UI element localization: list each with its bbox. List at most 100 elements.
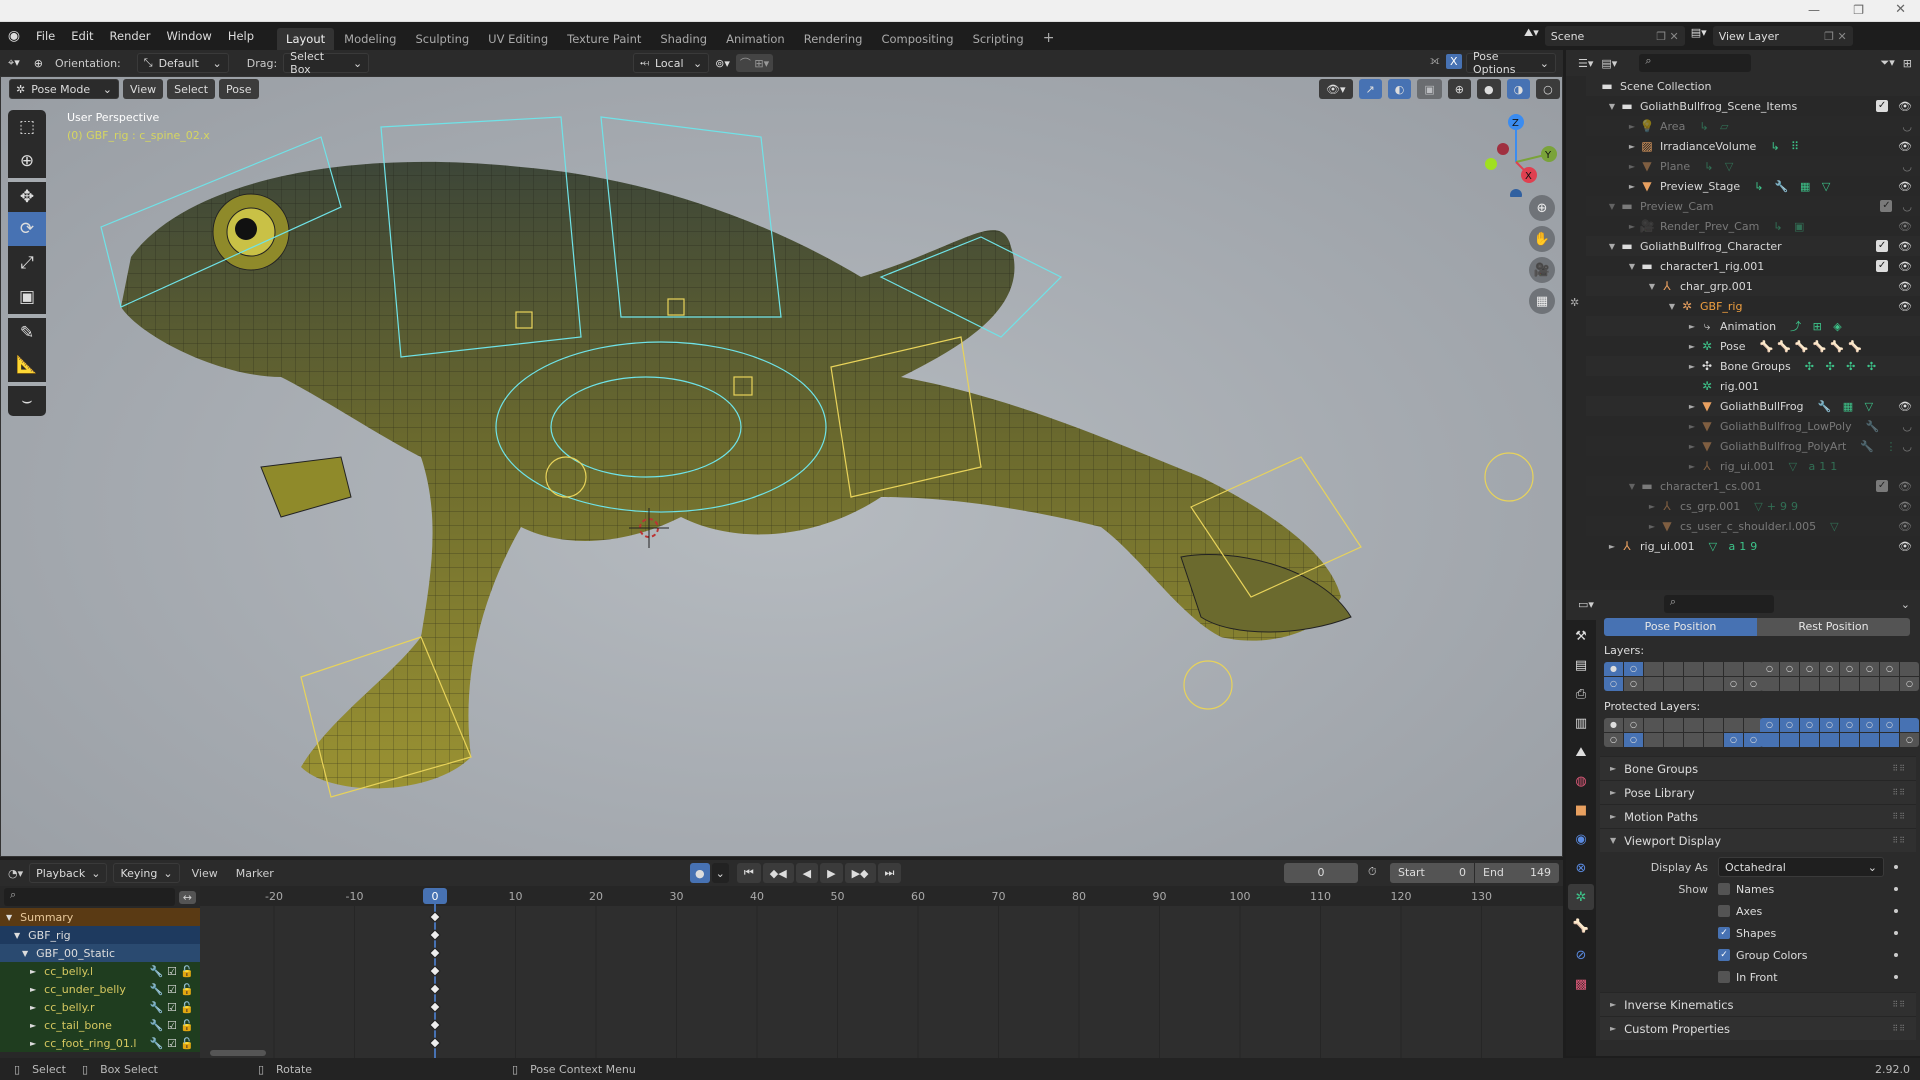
- channel-search-input[interactable]: ⌕: [4, 888, 175, 906]
- layer-toggle[interactable]: ○: [1880, 718, 1899, 732]
- eye-icon[interactable]: 👁: [1898, 240, 1912, 253]
- world-tab-icon[interactable]: ◍: [1568, 768, 1594, 794]
- layer-toggle[interactable]: [1880, 733, 1899, 747]
- expand-icon[interactable]: ►: [30, 1021, 36, 1030]
- proportional-edit-icon[interactable]: ⊚▾: [715, 57, 730, 70]
- keying-options-icon[interactable]: ⌄: [711, 863, 729, 883]
- bone-envelope-tool-icon[interactable]: ⌣: [8, 382, 46, 416]
- layer-toggle[interactable]: ○: [1800, 662, 1819, 676]
- camera-view-icon[interactable]: 🎥: [1529, 257, 1555, 283]
- measure-tool-icon[interactable]: 📐: [8, 348, 46, 382]
- drag-dropdown[interactable]: Select Box ⌄: [283, 50, 370, 76]
- drag-handle-icon[interactable]: ⠿⠿: [1892, 788, 1906, 797]
- outliner-row[interactable]: ► ⤷ Animation ⤴ ⊞ ◈: [1586, 316, 1920, 336]
- eye-icon[interactable]: 👁: [1898, 500, 1912, 513]
- menu-file[interactable]: File: [28, 29, 63, 43]
- data-icons[interactable]: 🦴🦴🦴🦴🦴🦴: [1759, 340, 1865, 353]
- layer-toggle[interactable]: ○: [1780, 718, 1799, 732]
- layer-toggle[interactable]: ○: [1840, 718, 1859, 732]
- layer-toggle[interactable]: [1724, 718, 1743, 732]
- rotate-tool-icon[interactable]: ⟳: [8, 212, 46, 246]
- outliner-row[interactable]: ► 💡 Area ↳ ▱ ◡: [1586, 116, 1920, 136]
- expand-icon[interactable]: ►: [30, 967, 36, 976]
- collapse-icon[interactable]: ▼: [1626, 482, 1638, 491]
- overlays-toggle-icon[interactable]: ◐: [1387, 79, 1412, 99]
- layer-toggle[interactable]: [1704, 677, 1723, 691]
- collapse-icon[interactable]: ▼: [1606, 102, 1618, 111]
- filter-icon[interactable]: ⏷▾: [1880, 56, 1894, 70]
- outliner-row[interactable]: ▼ ✲ GBF_rig 👁: [1586, 296, 1920, 316]
- shading-rendered-icon[interactable]: ○: [1536, 79, 1560, 99]
- data-icons[interactable]: ▽+99: [1754, 500, 1802, 513]
- layer-toggle[interactable]: [1704, 718, 1723, 732]
- transform-pivot-icon[interactable]: ⊕: [34, 57, 43, 70]
- exclude-checkbox[interactable]: ✓: [1876, 240, 1889, 252]
- exclude-checkbox[interactable]: ✓: [1876, 260, 1889, 272]
- channel-toggles-icon[interactable]: 🔧 ☑ 🔓: [150, 1019, 194, 1032]
- layer-toggle[interactable]: ○: [1624, 733, 1643, 747]
- view-layer-field[interactable]: View Layer ❐ ✕: [1712, 26, 1853, 46]
- gizmo-toggle-icon[interactable]: ↗: [1358, 79, 1382, 99]
- tab-animation[interactable]: Animation: [717, 28, 794, 50]
- tab-rendering[interactable]: Rendering: [795, 28, 872, 50]
- navigation-gizmo[interactable]: Z Y X: [1471, 107, 1561, 197]
- layer-toggle[interactable]: ○: [1624, 677, 1643, 691]
- eye-icon[interactable]: 👁: [1898, 400, 1912, 413]
- menu-edit[interactable]: Edit: [63, 29, 101, 43]
- data-icons[interactable]: ↳ ▱: [1699, 120, 1732, 133]
- tab-compositing[interactable]: Compositing: [872, 28, 962, 50]
- layer-toggle[interactable]: ○: [1760, 662, 1779, 676]
- layer-toggle[interactable]: [1684, 733, 1703, 747]
- layer-toggle[interactable]: ○: [1820, 662, 1839, 676]
- tab-modeling[interactable]: Modeling: [335, 28, 405, 50]
- data-icons[interactable]: ▽: [1830, 520, 1842, 533]
- expand-icon[interactable]: ►: [1626, 122, 1638, 131]
- data-icons[interactable]: 🔧 ⋮: [1860, 440, 1900, 453]
- move-tool-icon[interactable]: ✥: [8, 178, 46, 212]
- data-icons[interactable]: ↳ ▽: [1704, 160, 1737, 173]
- dopesheet-area[interactable]: -20 -10 10 20 30 40 50 60 70 80 90 100 110 120 130 0: [200, 886, 1563, 1058]
- timeline-marker-menu[interactable]: Marker: [230, 867, 280, 880]
- expand-icon[interactable]: ►: [1646, 502, 1658, 511]
- collapse-icon[interactable]: ▼: [1626, 262, 1638, 271]
- layer-toggle[interactable]: ●: [1604, 718, 1623, 732]
- layer-toggle[interactable]: [1664, 718, 1683, 732]
- texture-tab-icon[interactable]: ▩: [1568, 971, 1594, 997]
- channel-group[interactable]: ► cc_under_belly 🔧 ☑ 🔓: [0, 980, 200, 998]
- keyframe[interactable]: [429, 911, 441, 923]
- playback-menu[interactable]: Playback ⌄: [29, 863, 108, 883]
- minimize-button[interactable]: —: [1808, 3, 1820, 17]
- collapse-icon[interactable]: ▼: [1666, 302, 1678, 311]
- shading-wireframe-icon[interactable]: ⊕: [1447, 79, 1471, 99]
- outliner-row[interactable]: ► ⅄ rig_ui.001 ▽ a19 👁: [1586, 536, 1920, 556]
- mode-dropdown[interactable]: ✲ Pose Mode ⌄: [9, 79, 119, 99]
- close-window-button[interactable]: ✕: [1895, 2, 1906, 17]
- horizontal-scrollbar[interactable]: [210, 1050, 266, 1056]
- armature-layers-right[interactable]: ○ ○ ○ ○ ○ ○ ○ ○: [1760, 662, 1919, 691]
- new-view-layer-icon[interactable]: ❐ ✕: [1824, 30, 1847, 43]
- jump-start-icon[interactable]: ⏮: [736, 863, 761, 883]
- channel-group[interactable]: ► cc_foot_ring_01.l 🔧 ☑ 🔓: [0, 1034, 200, 1052]
- show-shapes-checkbox[interactable]: ✓: [1718, 927, 1730, 939]
- next-keyframe-icon[interactable]: ▶◆: [844, 863, 876, 883]
- data-icons[interactable]: ▽ a19: [1709, 540, 1762, 553]
- channel-toggles-icon[interactable]: 🔧 ☑ 🔓: [150, 965, 194, 978]
- drag-handle-icon[interactable]: ⠿⠿: [1892, 764, 1906, 773]
- layer-toggle[interactable]: [1880, 677, 1899, 691]
- layer-toggle[interactable]: ○: [1900, 733, 1919, 747]
- output-tab-icon[interactable]: ⎙: [1568, 681, 1594, 707]
- keyframe[interactable]: [429, 1001, 441, 1013]
- layer-toggle[interactable]: ○: [1800, 718, 1819, 732]
- expand-icon[interactable]: ►: [1626, 162, 1638, 171]
- zoom-view-icon[interactable]: ⊕: [1529, 195, 1555, 221]
- channel-action[interactable]: ▼ GBF_00_Static: [0, 944, 200, 962]
- layer-toggle[interactable]: [1684, 718, 1703, 732]
- orientation-dropdown[interactable]: ⤡ Default ⌄: [136, 53, 229, 73]
- layer-toggle[interactable]: [1684, 677, 1703, 691]
- snap-icon[interactable]: ⌒ ⊞▾: [735, 54, 774, 72]
- keyframe[interactable]: [429, 929, 441, 941]
- layer-toggle[interactable]: [1860, 677, 1879, 691]
- expand-icon[interactable]: ►: [1606, 542, 1618, 551]
- channel-toggles-icon[interactable]: 🔧 ☑ 🔓: [150, 1037, 194, 1050]
- eye-closed-icon[interactable]: ◡: [1902, 440, 1912, 453]
